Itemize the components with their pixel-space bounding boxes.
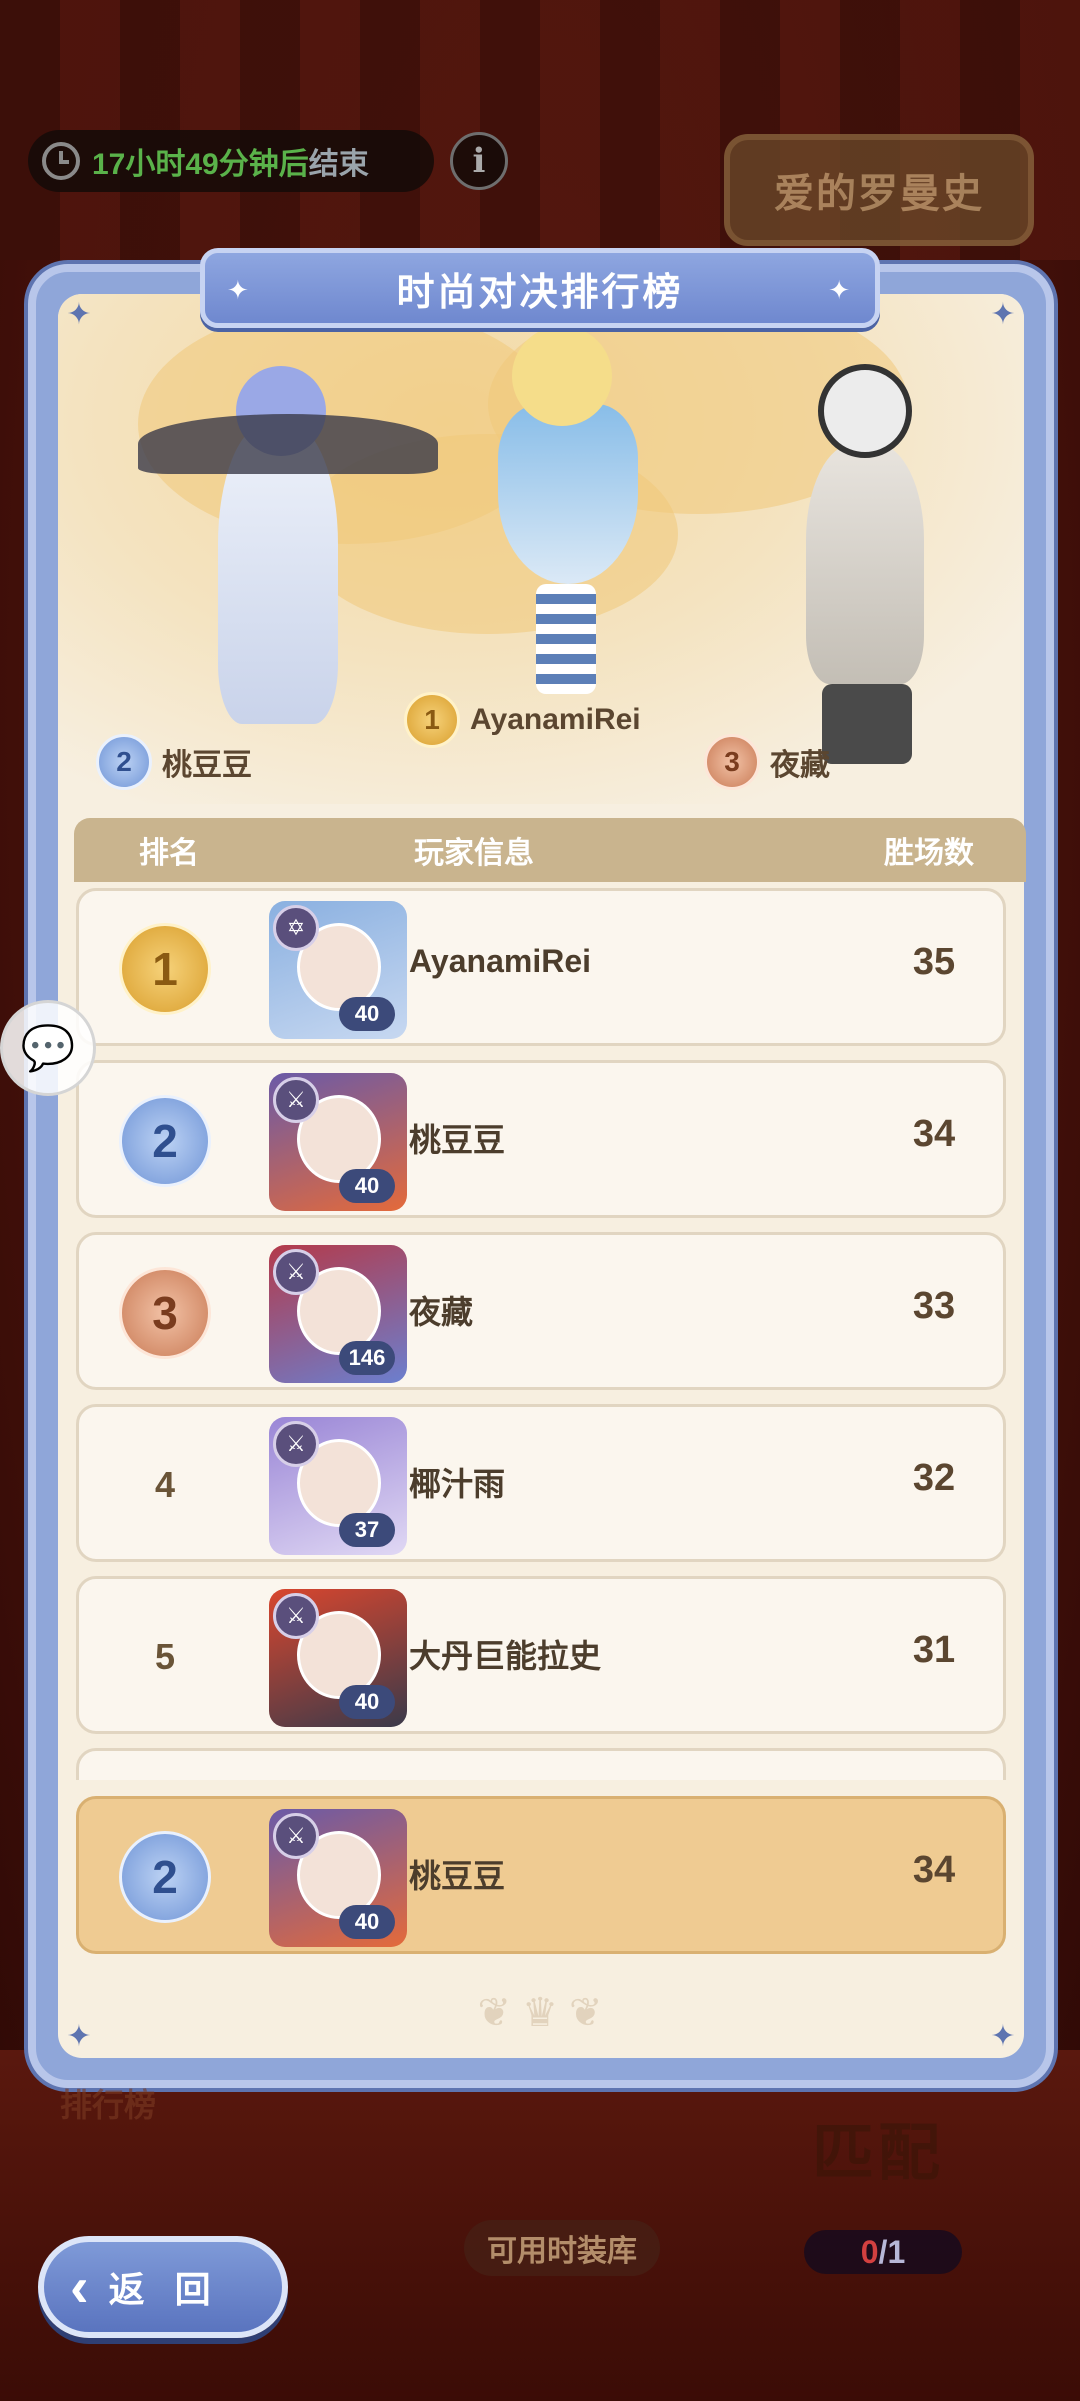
class-icon: ⚔ xyxy=(273,1249,319,1295)
character-wings-rank2 xyxy=(138,414,438,474)
rank-cell: 2 xyxy=(100,1827,230,1927)
counter-total: /1 xyxy=(878,2233,906,2270)
theme-button[interactable]: 爱的罗曼史 xyxy=(724,134,1034,246)
player-name: 椰汁雨 xyxy=(409,1466,506,1502)
info-icon: i xyxy=(472,141,486,181)
header-rank: 排名 xyxy=(139,837,199,870)
podium-rank1: 1 AyanamiRei xyxy=(404,692,641,748)
table-header: 排名 玩家信息 胜场数 xyxy=(74,818,1026,882)
match-counter: 0 /1 xyxy=(804,2230,962,2274)
silver-medal-icon: 2 xyxy=(100,1831,230,1923)
table-row[interactable]: 1 ✡ 40 AyanamiRei 35 xyxy=(76,888,1006,1046)
character-legs-rank3 xyxy=(822,684,912,764)
gold-medal-icon: 1 xyxy=(404,692,460,748)
avatar[interactable]: ⚔ 37 xyxy=(269,1417,407,1555)
podium-name-rank3: 夜藏 xyxy=(770,749,830,782)
player-name: 大丹巨能拉史 xyxy=(409,1638,602,1674)
player-name: 桃豆豆 xyxy=(409,1122,506,1158)
rank-cell: 5 xyxy=(105,1607,225,1707)
avatar[interactable]: ⚔ 146 xyxy=(269,1245,407,1383)
podium-name-rank1: AyanamiRei xyxy=(470,703,641,736)
my-ranking-row[interactable]: 2 ⚔ 40 桃豆豆 34 xyxy=(76,1796,1006,1954)
level-badge: 40 xyxy=(339,997,395,1031)
rank-cell: 2 xyxy=(100,1091,230,1191)
character-legs-rank1 xyxy=(536,584,596,694)
counter-current: 0 xyxy=(860,2233,879,2270)
rank-cell: 3 xyxy=(100,1263,230,1363)
panel-title: ✦ 时尚对决排行榜 ✦ xyxy=(200,248,880,328)
win-count: 32 xyxy=(912,1457,956,1499)
table-row[interactable]: 2 ⚔ 40 桃豆豆 34 xyxy=(76,1060,1006,1218)
character-head-rank1 xyxy=(512,326,612,426)
character-figure-rank3 xyxy=(806,444,924,684)
star-icon: ✦ xyxy=(828,275,853,305)
rank-number: 4 xyxy=(154,1464,176,1505)
player-name: 夜藏 xyxy=(409,1294,474,1330)
player-name: AyanamiRei xyxy=(409,943,591,979)
corner-ornament: ✦ xyxy=(990,2020,1016,2053)
clock-icon xyxy=(42,142,80,180)
back-arrow-icon: ‹ xyxy=(70,2255,89,2318)
level-badge: 40 xyxy=(339,1685,395,1719)
bronze-medal-icon: 3 xyxy=(100,1267,230,1359)
class-icon: ⚔ xyxy=(273,1421,319,1467)
character-figure-rank1 xyxy=(498,404,638,584)
ranking-list[interactable]: 1 ✡ 40 AyanamiRei 35 2 ⚔ 40 桃豆豆 34 3 ⚔ 1… xyxy=(76,888,1012,1780)
silver-medal-icon: 2 xyxy=(100,1095,230,1187)
chat-bubble-button[interactable]: 💬 xyxy=(0,1000,96,1096)
panel-bottom-ornament: ❦ ♛ ❦ xyxy=(477,1991,603,2035)
level-badge: 40 xyxy=(339,1169,395,1203)
class-icon: ⚔ xyxy=(273,1813,319,1859)
rank-number: 5 xyxy=(154,1636,176,1677)
rank-cell: 4 xyxy=(105,1435,225,1535)
back-button[interactable]: ‹ 返 回 xyxy=(38,2236,288,2338)
win-count: 33 xyxy=(912,1285,956,1327)
header-wins: 胜场数 xyxy=(884,837,974,870)
header-player-info: 玩家信息 xyxy=(414,837,534,870)
rank-label: 排行榜 xyxy=(60,2087,157,2123)
level-badge: 146 xyxy=(339,1341,395,1375)
level-badge: 40 xyxy=(339,1905,395,1939)
character-head-rank3 xyxy=(818,364,912,458)
podium-name-rank2: 桃豆豆 xyxy=(162,749,252,782)
table-row[interactable]: 5 ⚔ 40 大丹巨能拉史 31 xyxy=(76,1576,1006,1734)
bronze-medal-icon: 3 xyxy=(704,734,760,790)
win-count: 34 xyxy=(912,1849,956,1891)
table-row[interactable]: 3 ⚔ 146 夜藏 33 xyxy=(76,1232,1006,1390)
avatar[interactable]: ⚔ 40 xyxy=(269,1589,407,1727)
info-button[interactable]: i xyxy=(450,132,508,190)
corner-ornament: ✦ xyxy=(990,298,1016,331)
class-icon: ⚔ xyxy=(273,1593,319,1639)
outfit-library-button[interactable]: 可用时装库 xyxy=(464,2220,660,2276)
class-icon: ✡ xyxy=(273,905,319,951)
table-row[interactable] xyxy=(76,1748,1006,1780)
podium-rank2: 2 桃豆豆 xyxy=(96,734,252,790)
avatar[interactable]: ⚔ 40 xyxy=(269,1073,407,1211)
silver-medal-icon: 2 xyxy=(96,734,152,790)
win-count: 35 xyxy=(912,941,956,983)
table-row[interactable]: 4 ⚔ 37 椰汁雨 32 xyxy=(76,1404,1006,1562)
level-badge: 37 xyxy=(339,1513,395,1547)
corner-ornament: ✦ xyxy=(66,298,92,331)
gold-medal-icon: 1 xyxy=(100,923,230,1015)
timer-text: 17小时49分钟后结束 xyxy=(92,148,369,181)
corner-ornament: ✦ xyxy=(66,2020,92,2053)
event-timer: 17小时49分钟后结束 xyxy=(28,130,434,192)
rank-cell: 1 xyxy=(100,919,230,1019)
podium-rank3: 3 夜藏 xyxy=(704,734,830,790)
match-button[interactable]: 匹配 xyxy=(812,2102,944,2192)
star-icon: ✦ xyxy=(227,275,252,305)
player-name: 桃豆豆 xyxy=(409,1858,506,1894)
win-count: 34 xyxy=(912,1113,956,1155)
avatar[interactable]: ⚔ 40 xyxy=(269,1809,407,1947)
class-icon: ⚔ xyxy=(273,1077,319,1123)
win-count: 31 xyxy=(912,1629,956,1671)
avatar[interactable]: ✡ 40 xyxy=(269,901,407,1039)
chat-icon: 💬 xyxy=(20,1024,76,1073)
